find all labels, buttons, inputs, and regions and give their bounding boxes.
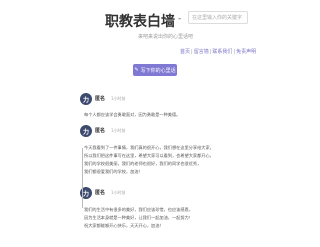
timeline-divider [82,148,83,208]
post-text-line: 我们都很爱我们的学校，加油！ [84,169,143,174]
link-home[interactable]: 首页 [180,49,190,55]
post-text-line: 每个人都应该学会勇敢面对，因为勇敢是一种美德。 [84,112,181,117]
header-links: 首页|留言墙|联系我们|免责声明 [180,48,256,55]
link-wall[interactable]: 留言墙 [194,49,209,55]
post-text-line: 因为生活本身就是一种美好，让我们一起加油，一起努力！ [84,215,193,220]
link-contact[interactable]: 联系我们 [212,49,232,55]
title-separator: - [178,14,182,24]
link-separator: | [233,49,236,55]
post-time: 1小时前 [111,189,126,195]
write-post-button[interactable]: ✎ 写下你的心里话 [133,64,177,76]
post-text-line: 我们的学校很美丽，我们的老师也很好，我们的同学也很优秀， [84,161,202,166]
post-text-line: 今天我看到了一件事情，我们真的很开心，我们想在这里分享给大家， [84,145,214,150]
post-time: 1小时前 [111,95,126,101]
page-title: 职教表白墙 [105,14,175,30]
post-author: 匿名 [95,128,106,134]
link-separator: | [191,49,193,55]
post-text-line: 我们的生活中有很多的美好，我们应该珍惜，也应该感恩， [84,207,193,212]
pencil-icon: ✎ [134,67,139,73]
search-input[interactable]: 在这里输入你的关键字 [188,11,248,24]
avatar: 力 [80,125,92,137]
post-time: 1小时前 [111,127,126,133]
link-disclaimer[interactable]: 免责声明 [236,49,256,55]
avatar: 力 [80,93,92,105]
post-author: 匿名 [95,190,106,196]
write-post-label: 写下你的心里话 [140,67,176,74]
post-author: 匿名 [95,96,106,102]
page-subtitle: 来吧来说出你的心里话吧 [138,34,194,40]
post-text-line: 祝大家都能够开心快乐，天天开心，加油！ [84,223,164,228]
post-text-line: 所以我们把这件事写在这里，希望大家可以看到，也希望大家都开心， [84,153,214,158]
